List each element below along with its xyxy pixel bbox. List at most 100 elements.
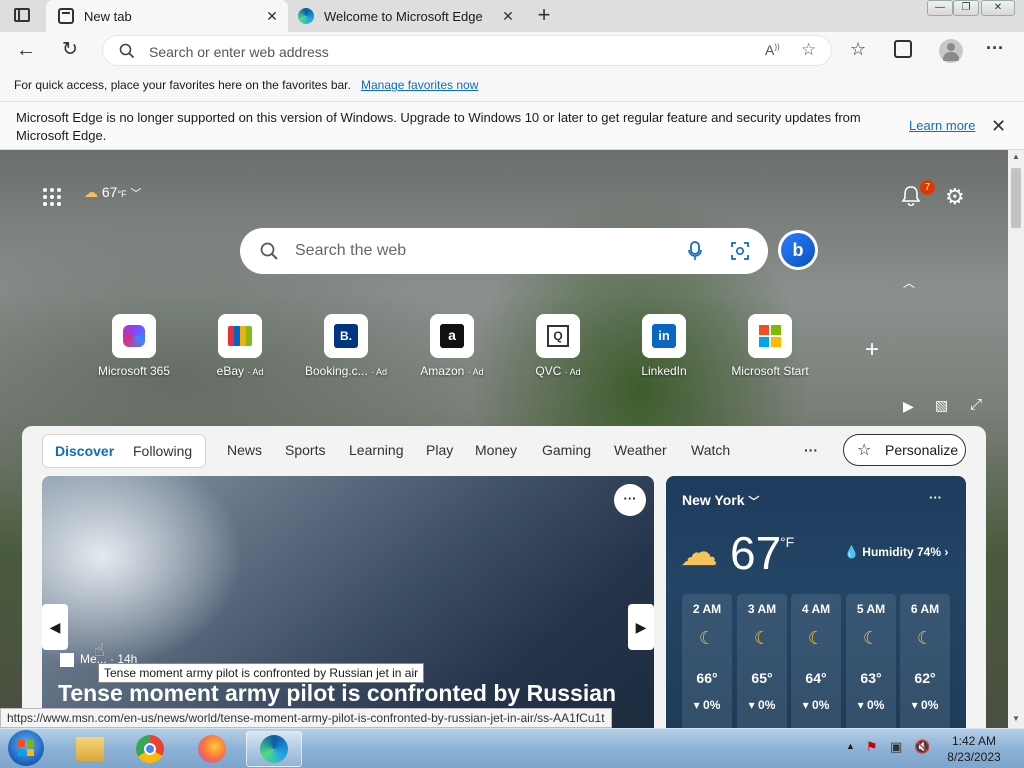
page-scrollbar[interactable]: ▲ ▼ [1008, 150, 1024, 728]
taskbar-firefox[interactable] [184, 731, 240, 767]
volume-muted-icon[interactable]: 🔇 [914, 739, 930, 755]
learn-more-link[interactable]: Learn more [909, 118, 975, 133]
web-search-input[interactable]: Search the web [295, 242, 406, 260]
weather-widget[interactable]: ☁ 67°F ﹀ [84, 184, 141, 201]
story-more-icon[interactable]: ··· [614, 484, 646, 516]
weather-temp: 67 [101, 184, 118, 200]
profile-avatar[interactable] [939, 39, 963, 63]
tab-strip: New tab ✕ Welcome to Microsoft Edge ✕ + … [0, 0, 1024, 32]
scroll-up-arrow-icon[interactable]: ▲ [1012, 152, 1020, 161]
tab-label: Welcome to Microsoft Edge [324, 8, 483, 24]
taskbar-edge[interactable] [246, 731, 302, 767]
start-button[interactable] [8, 730, 44, 766]
tab-actions-icon[interactable] [14, 8, 30, 22]
story-headline[interactable]: Tense moment army pilot is confronted by… [58, 680, 616, 707]
page-settings-gear-icon[interactable]: ⚙ [945, 184, 965, 210]
tab-discover[interactable]: Discover [55, 443, 114, 459]
back-arrow-icon[interactable]: ← [16, 39, 36, 62]
clock-time: 1:42 AM [951, 734, 997, 748]
collapse-chevron-icon[interactable]: ︿ [903, 274, 915, 291]
feed-segment-control: Discover Following [42, 434, 206, 468]
bing-chat-button[interactable]: b [778, 230, 818, 270]
nav-news[interactable]: News [227, 442, 262, 458]
qvc-icon: Q [536, 314, 580, 358]
network-icon[interactable]: ▣ [890, 739, 902, 755]
app-launcher-icon[interactable] [42, 187, 62, 207]
bing-icon: b [781, 233, 815, 267]
address-input[interactable]: Search or enter web address [149, 44, 329, 60]
add-favorite-icon[interactable]: ☆ [801, 40, 816, 60]
droplet-icon: ▾ [857, 698, 864, 712]
show-hidden-icons-chevron[interactable]: ▲ [846, 741, 855, 751]
tile-microsoft-start[interactable]: Microsoft Start [720, 314, 820, 378]
personalize-label: Personalize [885, 442, 959, 458]
weather-humidity[interactable]: 💧 Humidity 74% › [844, 545, 948, 559]
close-window-button[interactable]: ✕ [981, 0, 1015, 16]
taskbar-clock[interactable]: 1:42 AM 8/23/2023 [944, 733, 1004, 765]
tab-new-tab[interactable]: New tab ✕ [46, 0, 288, 32]
microphone-icon[interactable] [688, 241, 702, 261]
nav-more-icon[interactable]: ··· [804, 442, 818, 458]
visual-search-icon[interactable] [730, 241, 750, 261]
hourly-forecast-item: 4 AM ☾ 64° ▾ 0% [791, 594, 841, 728]
web-search-box[interactable]: Search the web [240, 228, 768, 274]
nav-play[interactable]: Play [426, 442, 453, 458]
unsupported-os-infobar: Microsoft Edge is no longer supported on… [0, 102, 1024, 150]
nav-money[interactable]: Money [475, 442, 517, 458]
address-bar[interactable]: Search or enter web address A)) ☆ [102, 35, 832, 66]
droplet-icon: ▾ [802, 698, 809, 712]
tile-linkedin[interactable]: in LinkedIn [614, 314, 714, 378]
hourly-forecast-item: 5 AM ☾ 63° ▾ 0% [846, 594, 896, 728]
nav-weather[interactable]: Weather [614, 442, 667, 458]
scrollbar-thumb[interactable] [1011, 168, 1021, 228]
action-center-flag-icon[interactable]: ⚑ [866, 739, 878, 755]
top-story-card[interactable]: ··· ◀ ▶ Me... · 14h Tense moment army pi… [42, 476, 654, 728]
nav-watch[interactable]: Watch [691, 442, 730, 458]
hand-cursor-icon: ☝ [94, 640, 105, 660]
carousel-next-button[interactable]: ▶ [628, 604, 654, 650]
tile-microsoft-365[interactable]: Microsoft 365 [84, 314, 184, 378]
favorites-icon[interactable]: ☆ [850, 39, 866, 60]
notifications-button[interactable]: 7 [900, 180, 935, 208]
carousel-prev-button[interactable]: ◀ [42, 604, 68, 650]
moon-icon: ☾ [753, 628, 771, 648]
minimize-button[interactable]: — [927, 0, 953, 16]
background-image-icon[interactable]: ▧ [935, 397, 948, 414]
read-aloud-icon[interactable]: A)) [765, 42, 780, 58]
manage-favorites-link[interactable]: Manage favorites now [361, 78, 478, 92]
nav-sports[interactable]: Sports [285, 442, 325, 458]
tile-qvc[interactable]: Q QVC · Ad [508, 314, 608, 378]
add-site-plus-icon[interactable]: + [865, 336, 879, 364]
tab-following[interactable]: Following [133, 443, 192, 459]
feed-navigation: Discover Following News Sports Learning … [22, 426, 986, 476]
weather-city[interactable]: New York ﹀ [682, 492, 759, 509]
play-icon[interactable]: ▶ [903, 398, 914, 415]
new-tab-button[interactable]: + [534, 4, 554, 26]
moon-icon: ☾ [916, 628, 934, 648]
close-tab-icon[interactable]: ✕ [264, 8, 280, 24]
taskbar-chrome[interactable] [122, 731, 178, 767]
taskbar-explorer[interactable] [62, 731, 118, 767]
status-url: https://www.msn.com/en-us/news/world/ten… [0, 708, 612, 728]
headline-tooltip: Tense moment army pilot is confronted by… [98, 663, 425, 683]
scroll-down-arrow-icon[interactable]: ▼ [1012, 714, 1020, 723]
settings-more-icon[interactable]: ··· [986, 38, 1004, 59]
tab-welcome[interactable]: Welcome to Microsoft Edge ✕ [288, 0, 524, 32]
refresh-icon[interactable]: ↻ [62, 38, 78, 61]
collections-icon[interactable] [894, 40, 912, 58]
maximize-button[interactable]: ❐ [953, 0, 979, 16]
chrome-icon [136, 735, 164, 763]
tile-amazon[interactable]: a Amazon · Ad [402, 314, 502, 378]
close-tab-icon[interactable]: ✕ [500, 8, 516, 24]
tile-label: Booking.c... · Ad [304, 364, 388, 378]
weather-unit: °F [117, 189, 127, 199]
nav-learning[interactable]: Learning [349, 442, 404, 458]
fullscreen-expand-icon[interactable]: ⤢ [970, 396, 982, 413]
weather-card[interactable]: New York ﹀ ··· ☁ 67 °F 💧 Humidity 74% › … [666, 476, 966, 728]
close-infobar-icon[interactable]: ✕ [991, 116, 1006, 137]
weather-more-icon[interactable]: ··· [929, 490, 942, 505]
nav-gaming[interactable]: Gaming [542, 442, 591, 458]
tile-booking[interactable]: B. Booking.c... · Ad [296, 314, 396, 378]
personalize-button[interactable]: ☆ Personalize [843, 434, 966, 466]
tile-ebay[interactable]: eBay · Ad [190, 314, 290, 378]
